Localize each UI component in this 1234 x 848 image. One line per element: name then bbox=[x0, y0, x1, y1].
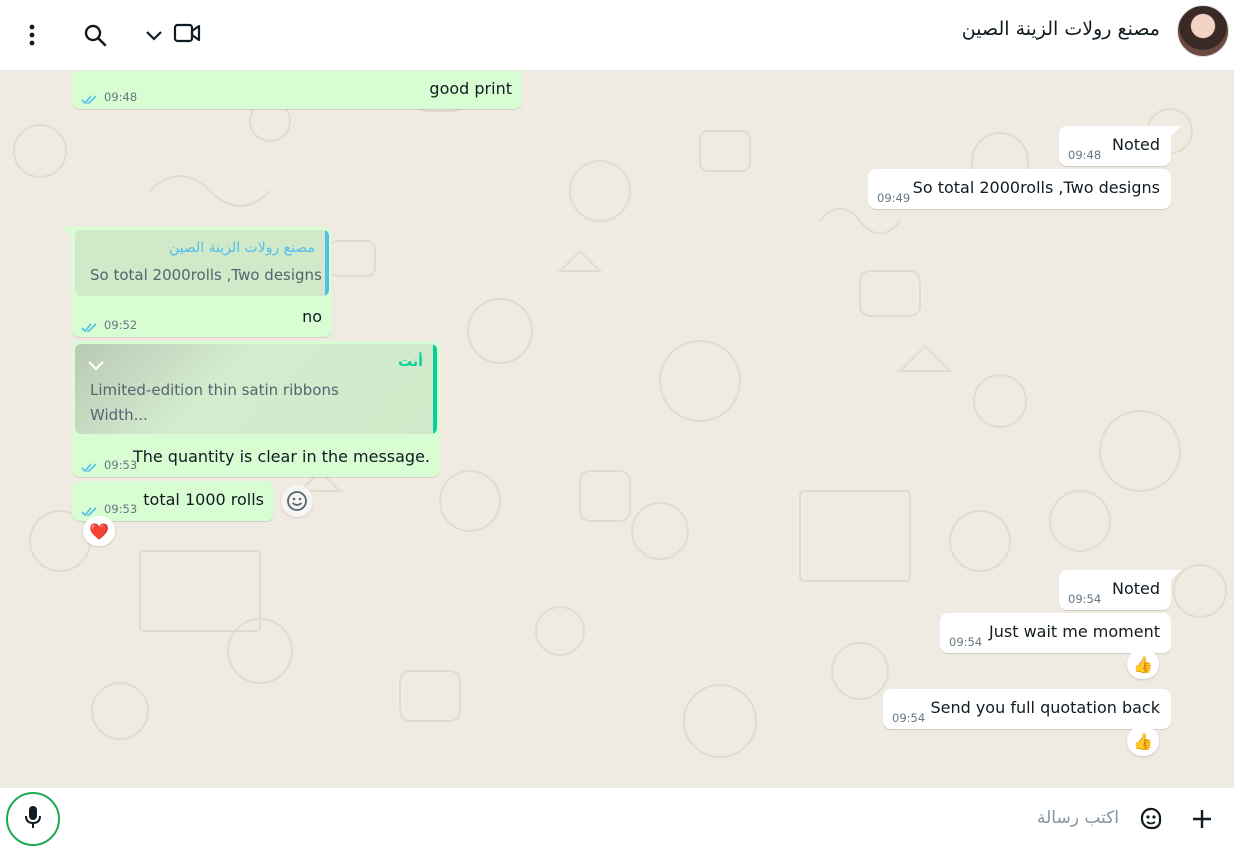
double-check-icon bbox=[81, 458, 99, 477]
quote-text-line2: Width... bbox=[90, 406, 148, 424]
plus-icon[interactable] bbox=[1186, 803, 1218, 835]
quote-text: So total 2000rolls ,Two designs bbox=[90, 266, 322, 284]
composer-bar: اكتب رسالة bbox=[0, 787, 1234, 848]
message-text: good print bbox=[429, 79, 512, 98]
message-time: 09:48 bbox=[1068, 148, 1102, 162]
quote-accent-bar bbox=[433, 344, 437, 434]
search-icon[interactable] bbox=[75, 15, 115, 55]
message-text: The quantity is clear in the message. bbox=[132, 447, 430, 466]
message-bubble-incoming[interactable]: Noted 09:54 bbox=[1059, 570, 1171, 610]
video-call-icon bbox=[173, 22, 201, 48]
message-bubble-outgoing[interactable]: total 1000 rolls 09:53 bbox=[72, 481, 274, 521]
mic-icon bbox=[23, 804, 43, 834]
message-time: 09:53 bbox=[104, 458, 138, 472]
bubble-tail bbox=[1171, 126, 1181, 136]
bubble-tail bbox=[62, 227, 72, 237]
message-bubble-incoming[interactable]: Just wait me moment 09:54 bbox=[940, 613, 1171, 653]
message-time: 09:54 bbox=[949, 635, 983, 649]
message-time: 09:49 bbox=[877, 191, 911, 205]
message-bubble-outgoing[interactable]: good print 09:48 bbox=[72, 71, 522, 109]
mic-button[interactable] bbox=[6, 792, 60, 846]
message-text: So total 2000rolls ,Two designs bbox=[912, 178, 1160, 197]
message-input[interactable] bbox=[80, 796, 1125, 840]
message-bubble-incoming[interactable]: Noted 09:48 bbox=[1059, 126, 1171, 166]
chevron-down-icon bbox=[145, 26, 163, 45]
quote-accent-bar bbox=[325, 230, 329, 296]
message-reaction[interactable]: ❤️ bbox=[83, 516, 115, 546]
message-time: 09:54 bbox=[892, 711, 926, 725]
chat-title[interactable]: مصنع رولات الزينة الصين bbox=[962, 18, 1160, 40]
composer: اكتب رسالة bbox=[0, 787, 1234, 848]
sticker-icon[interactable] bbox=[1135, 803, 1167, 835]
video-call-dropdown[interactable] bbox=[138, 15, 208, 55]
message-bubble-incoming[interactable]: Send you full quotation back 09:54 bbox=[883, 689, 1171, 729]
quote-text-line1: Limited-edition thin satin ribbons bbox=[90, 381, 339, 399]
chevron-down-icon[interactable] bbox=[87, 356, 105, 375]
quoted-message[interactable]: أنت Limited-edition thin satin ribbons W… bbox=[75, 344, 437, 434]
message-time: 09:52 bbox=[104, 318, 138, 332]
message-text: Send you full quotation back bbox=[930, 698, 1160, 717]
message-list[interactable]: good print 09:48 Noted 09:48 So total 20… bbox=[0, 71, 1234, 787]
quote-author: أنت bbox=[398, 354, 423, 370]
message-time: 09:54 bbox=[1068, 592, 1102, 606]
chat-header: مصنع رولات الزينة الصين bbox=[0, 0, 1234, 71]
quote-author: مصنع رولات الزينة الصين bbox=[168, 240, 315, 256]
message-text: Noted bbox=[1111, 579, 1160, 598]
emoji-react-icon[interactable] bbox=[281, 485, 313, 517]
avatar[interactable] bbox=[1177, 5, 1229, 57]
message-time: 09:53 bbox=[104, 502, 138, 516]
message-time: 09:48 bbox=[104, 90, 138, 104]
bubble-tail bbox=[1171, 570, 1181, 580]
message-bubble-incoming[interactable]: So total 2000rolls ,Two designs 09:49 bbox=[868, 169, 1171, 209]
message-bubble-outgoing[interactable]: مصنع رولات الزينة الصين So total 2000rol… bbox=[72, 227, 332, 337]
message-bubble-outgoing[interactable]: أنت Limited-edition thin satin ribbons W… bbox=[72, 341, 440, 477]
message-text: no bbox=[302, 307, 322, 326]
double-check-icon bbox=[81, 90, 99, 109]
message-text: Noted bbox=[1111, 135, 1160, 154]
message-reaction[interactable]: 👍 bbox=[1127, 726, 1159, 756]
quoted-message[interactable]: مصنع رولات الزينة الصين So total 2000rol… bbox=[75, 230, 329, 296]
menu-icon[interactable] bbox=[12, 15, 52, 55]
message-input-placeholder: اكتب رسالة bbox=[1037, 808, 1119, 828]
double-check-icon bbox=[81, 318, 99, 337]
message-reaction[interactable]: 👍 bbox=[1127, 649, 1159, 679]
message-text: Just wait me moment bbox=[989, 622, 1160, 641]
message-text: total 1000 rolls bbox=[143, 490, 264, 509]
